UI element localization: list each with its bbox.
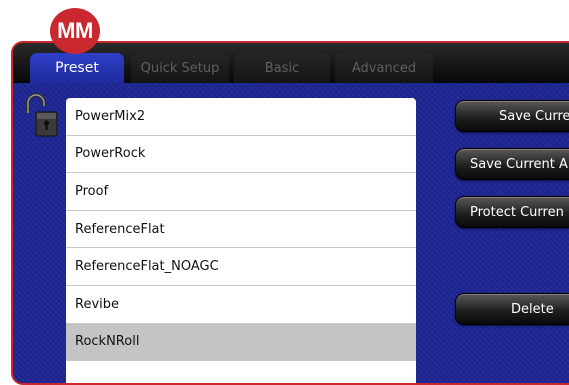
protect-current-button[interactable]: Protect Curren [455, 196, 569, 228]
list-item[interactable]: Proof [66, 173, 416, 211]
app-window: Preset Quick Setup Basic Advanced PowerM… [11, 41, 569, 385]
save-current-button[interactable]: Save Current [455, 100, 569, 132]
tab-bar: Preset Quick Setup Basic Advanced [13, 43, 569, 85]
delete-button[interactable]: Delete [455, 293, 569, 325]
preset-list[interactable]: PowerMix2 PowerRock Proof ReferenceFlat … [66, 98, 416, 383]
list-item[interactable]: PowerMix2 [66, 98, 416, 136]
tab-preset[interactable]: Preset [30, 53, 124, 83]
tab-advanced[interactable]: Advanced [335, 53, 433, 83]
list-item[interactable]: PowerRock [66, 136, 416, 174]
list-item[interactable]: ReferenceFlat_NOAGC [66, 248, 416, 286]
list-item-selected[interactable]: RockNRoll [66, 323, 416, 362]
save-current-as-button[interactable]: Save Current A [455, 148, 569, 180]
list-item[interactable]: Revibe [66, 286, 416, 324]
tab-basic[interactable]: Basic [234, 53, 330, 83]
mm-badge: MM [50, 8, 100, 54]
tab-quick-setup[interactable]: Quick Setup [131, 53, 229, 83]
list-item[interactable]: ReferenceFlat [66, 211, 416, 249]
padlock-unlocked-icon[interactable] [22, 93, 58, 137]
